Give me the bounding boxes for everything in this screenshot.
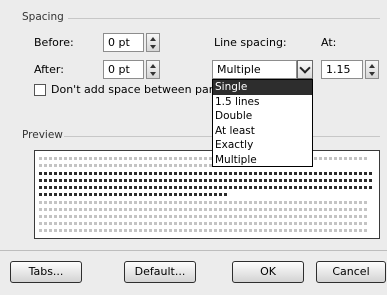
preview-following-paragraph xyxy=(39,208,369,211)
line-spacing-option-single[interactable]: Single xyxy=(213,80,312,95)
line-spacing-option-1-5-lines[interactable]: 1.5 lines xyxy=(213,95,312,110)
line-spacing-label: Line spacing: xyxy=(214,36,287,49)
line-spacing-option-exactly[interactable]: Exactly xyxy=(213,138,312,153)
after-spinner[interactable] xyxy=(146,60,160,79)
preview-sample-text xyxy=(39,193,229,196)
spin-down-icon[interactable] xyxy=(150,72,156,76)
spin-down-icon[interactable] xyxy=(369,72,375,76)
line-spacing-option-at-least[interactable]: At least xyxy=(213,124,312,139)
footer-divider xyxy=(0,250,387,251)
before-label: Before: xyxy=(34,36,74,49)
at-spinner[interactable] xyxy=(365,60,379,79)
preview-area xyxy=(34,150,380,239)
preview-following-paragraph xyxy=(39,229,369,232)
spacing-divider xyxy=(68,18,380,19)
preview-following-paragraph xyxy=(39,201,369,204)
preview-title: Preview xyxy=(22,129,63,141)
line-spacing-value: Multiple xyxy=(217,63,261,76)
cancel-button[interactable]: Cancel xyxy=(316,261,386,283)
default-button[interactable]: Default... xyxy=(124,261,196,283)
preview-previous-paragraph xyxy=(39,157,369,160)
preview-following-paragraph xyxy=(39,222,369,225)
spin-down-icon[interactable] xyxy=(150,45,156,49)
line-spacing-select[interactable]: Multiple xyxy=(212,60,297,79)
before-field[interactable]: 0 pt xyxy=(103,33,144,52)
spacing-group-title: Spacing xyxy=(22,11,64,23)
dont-add-space-label[interactable]: Don't add space between paragra xyxy=(51,83,238,96)
ok-button[interactable]: OK xyxy=(232,261,304,283)
preview-following-paragraph xyxy=(39,215,369,218)
line-spacing-dropdown-button[interactable] xyxy=(297,60,313,79)
line-spacing-option-multiple[interactable]: Multiple xyxy=(213,153,312,168)
spin-up-icon[interactable] xyxy=(369,64,375,68)
after-field[interactable]: 0 pt xyxy=(103,60,144,79)
preview-sample-text xyxy=(39,186,373,189)
dont-add-space-checkbox[interactable] xyxy=(34,84,46,96)
preview-sample-text xyxy=(39,179,373,182)
line-spacing-option-double[interactable]: Double xyxy=(213,109,312,124)
at-value: 1.15 xyxy=(326,63,351,76)
after-value: 0 pt xyxy=(108,63,130,76)
spin-up-icon[interactable] xyxy=(150,37,156,41)
before-spinner[interactable] xyxy=(146,33,160,52)
at-label: At: xyxy=(321,36,337,49)
spin-up-icon[interactable] xyxy=(150,64,156,68)
after-label: After: xyxy=(34,63,64,76)
chevron-down-icon xyxy=(299,62,311,74)
at-field[interactable]: 1.15 xyxy=(321,60,363,79)
before-value: 0 pt xyxy=(108,36,130,49)
preview-previous-paragraph xyxy=(39,164,219,167)
line-spacing-options-list[interactable]: Single 1.5 lines Double At least Exactly… xyxy=(212,79,313,167)
tabs-button[interactable]: Tabs... xyxy=(10,261,82,283)
preview-sample-text xyxy=(39,172,373,175)
